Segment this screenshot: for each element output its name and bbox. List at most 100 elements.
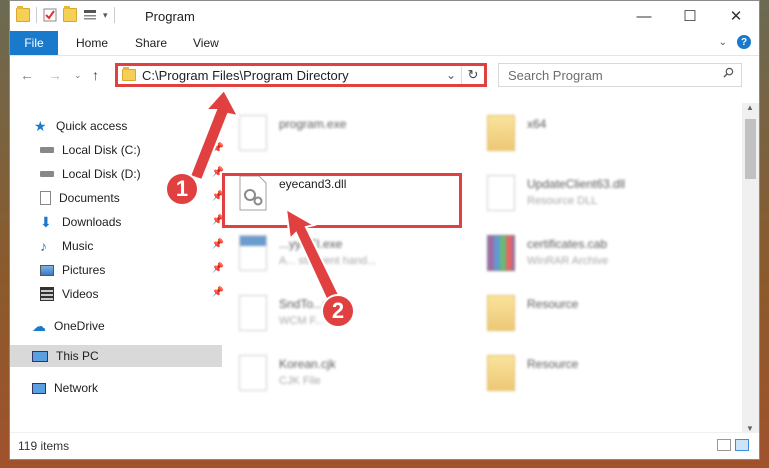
sidebar-item-label: OneDrive <box>54 319 105 333</box>
sidebar-item-label: Documents <box>59 191 120 205</box>
up-arrow-icon[interactable]: ↑ <box>92 67 99 83</box>
sidebar-item-label: Music <box>62 239 94 253</box>
folder-icon <box>122 67 136 81</box>
dll-icon <box>487 175 515 211</box>
sidebar-item-label: Downloads <box>62 215 122 229</box>
recent-locations-icon[interactable]: ⌄ <box>74 70 82 81</box>
file-name: program.exe <box>279 117 347 131</box>
sidebar-item-music[interactable]: ♪ Music 📌 <box>10 235 230 257</box>
file-type: CJK File <box>279 375 321 387</box>
sidebar-item-label: Videos <box>62 287 99 301</box>
ribbon-tabs: File Home Share View ⌄ ? <box>10 31 759 56</box>
sidebar-item-network[interactable]: Network <box>10 377 222 399</box>
sidebar-item-label: Quick access <box>56 119 128 133</box>
file-name: Korean.cjk <box>279 357 336 371</box>
customize-toolbar-icon[interactable] <box>83 8 97 22</box>
file-type: Resource DLL <box>527 195 598 207</box>
list-item[interactable]: Korean.cjk CJK File <box>227 349 467 399</box>
file-icon <box>239 355 267 391</box>
new-folder-icon[interactable] <box>63 6 77 22</box>
network-icon <box>32 382 46 394</box>
sidebar-item-onedrive[interactable]: ☁ OneDrive <box>10 315 222 337</box>
search-input[interactable]: Search Program <box>498 63 742 87</box>
file-name: certificates.cab <box>527 237 608 251</box>
forward-arrow-icon[interactable]: → <box>48 67 62 83</box>
folder-icon <box>487 355 515 391</box>
folder-icon <box>487 115 515 151</box>
sidebar-item-label: Local Disk (C:) <box>62 143 141 157</box>
status-bar: 119 items <box>10 432 759 459</box>
chevron-down-icon[interactable]: ⌄ <box>446 68 456 82</box>
tab-file[interactable]: File <box>10 31 58 55</box>
list-item[interactable]: certificates.cab WinRAR Archive <box>475 229 715 279</box>
chevron-down-icon[interactable]: ▾ <box>103 10 108 21</box>
videos-icon <box>40 287 54 301</box>
scroll-thumb[interactable] <box>745 119 756 179</box>
help-icon[interactable]: ? <box>737 35 751 49</box>
tab-home[interactable]: Home <box>76 36 108 50</box>
step-1-badge: 1 <box>165 172 199 206</box>
cloud-icon: ☁ <box>32 318 46 334</box>
sidebar-item-this-pc[interactable]: This PC <box>10 345 222 367</box>
folder-icon <box>487 295 515 331</box>
file-name: UpdateClient63.dll <box>527 177 626 191</box>
list-item[interactable]: Resource <box>475 349 715 399</box>
search-icon[interactable] <box>723 67 734 78</box>
file-icon <box>239 295 267 331</box>
sidebar-item-label: This PC <box>56 349 99 363</box>
file-name: Resource <box>527 357 579 371</box>
quick-access-toolbar: ▾ <box>16 6 115 23</box>
window-title: Program <box>145 9 195 24</box>
file-explorer-window: ▾ Program — ☐ ✕ File Home Share View ⌄ ?… <box>9 0 760 460</box>
folder-icon[interactable] <box>16 6 30 22</box>
star-icon: ★ <box>34 118 47 134</box>
search-placeholder: Search Program <box>508 68 603 83</box>
sidebar-item-label: Pictures <box>62 263 106 277</box>
list-item[interactable]: program.exe <box>227 109 467 159</box>
exe-icon <box>239 115 267 151</box>
step-2-badge: 2 <box>321 294 355 328</box>
pictures-icon <box>40 264 54 276</box>
refresh-icon[interactable]: ↻ <box>461 66 484 84</box>
sidebar-item-videos[interactable]: Videos 📌 <box>10 283 230 305</box>
address-bar[interactable]: C:\Program Files\Program Directory ⌄ ↻ <box>115 63 487 87</box>
file-type: WinRAR Archive <box>527 255 609 267</box>
list-item[interactable]: UpdateClient63.dll Resource DLL <box>475 169 715 219</box>
ribbon-right-controls: ⌄ ? <box>719 35 751 49</box>
minimize-button[interactable]: — <box>621 1 667 31</box>
toolbar-divider <box>36 7 37 23</box>
documents-icon <box>40 191 51 205</box>
drive-icon <box>40 171 54 177</box>
file-type: WCM F... <box>279 315 325 327</box>
list-item[interactable]: Resource <box>475 289 715 339</box>
vertical-scrollbar[interactable]: ▲ ▼ <box>742 103 759 433</box>
sidebar-item-label: Network <box>54 381 99 395</box>
file-name: x64 <box>527 117 547 131</box>
file-name: Resource <box>527 297 579 311</box>
back-arrow-icon[interactable]: ← <box>20 67 34 83</box>
properties-icon[interactable] <box>43 8 57 22</box>
toolbar-divider <box>113 7 115 23</box>
scroll-up-icon[interactable]: ▲ <box>746 103 754 112</box>
maximize-button[interactable]: ☐ <box>667 1 713 31</box>
list-item[interactable]: x64 <box>475 109 715 159</box>
sidebar-item-label: Local Disk (D:) <box>62 167 141 181</box>
address-path[interactable]: C:\Program Files\Program Directory <box>142 68 349 83</box>
item-count: 119 items <box>18 439 70 453</box>
tab-view[interactable]: View <box>193 36 219 50</box>
archive-icon <box>487 235 515 271</box>
window-controls: — ☐ ✕ <box>621 1 759 31</box>
close-button[interactable]: ✕ <box>713 1 759 31</box>
music-icon: ♪ <box>40 238 47 254</box>
view-toggle <box>717 439 749 451</box>
sidebar-item-pictures[interactable]: Pictures 📌 <box>10 259 230 281</box>
details-view-icon[interactable] <box>717 439 731 451</box>
title-bar: ▾ Program — ☐ ✕ <box>10 1 759 31</box>
sidebar-item-downloads[interactable]: ⬇ Downloads 📌 <box>10 211 230 233</box>
tab-share[interactable]: Share <box>135 36 167 50</box>
drive-icon <box>40 147 54 153</box>
large-icons-view-icon[interactable] <box>735 439 749 451</box>
navigation-bar: ← → ⌄ ↑ C:\Program Files\Program Directo… <box>10 56 759 94</box>
expand-ribbon-icon[interactable]: ⌄ <box>719 37 727 48</box>
navigation-pane: ★ Quick access Local Disk (C:) 📌 Local D… <box>10 103 224 433</box>
